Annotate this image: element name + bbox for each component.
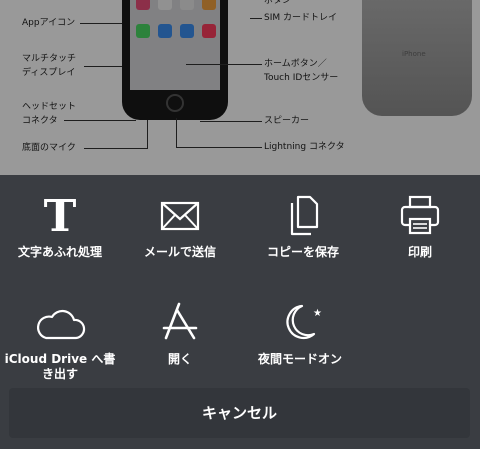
svg-text:T: T bbox=[44, 193, 77, 237]
wrap-text-label: 文字あふれ処理 bbox=[17, 245, 102, 259]
svg-text:★: ★ bbox=[313, 308, 322, 319]
icloud-export-action[interactable]: iCloud Drive へ書き出す bbox=[0, 300, 120, 382]
open-in-action[interactable]: 開く bbox=[120, 300, 240, 367]
print-action[interactable]: 印刷 bbox=[360, 193, 480, 260]
open-in-label: 開く bbox=[167, 352, 192, 366]
envelope-icon bbox=[160, 201, 200, 231]
cloud-icon bbox=[37, 309, 86, 340]
send-mail-label: メールで送信 bbox=[143, 245, 216, 259]
copy-icon bbox=[290, 195, 319, 236]
print-label: 印刷 bbox=[407, 245, 432, 259]
wrap-text-action[interactable]: T 文字あふれ処理 bbox=[0, 193, 120, 260]
icloud-export-label: iCloud Drive へ書き出す bbox=[4, 352, 116, 381]
send-mail-action[interactable]: メールで送信 bbox=[120, 193, 240, 260]
save-copy-action[interactable]: コピーを保存 bbox=[243, 193, 363, 260]
dim-overlay[interactable] bbox=[0, 0, 480, 175]
text-icon: T bbox=[44, 193, 77, 237]
moon-icon: ★ bbox=[286, 304, 322, 339]
app-store-icon bbox=[162, 302, 198, 340]
save-copy-label: コピーを保存 bbox=[266, 245, 339, 259]
night-mode-action[interactable]: ★ 夜間モードオン bbox=[240, 300, 360, 367]
printer-icon bbox=[400, 195, 440, 235]
document-background: Appアイコン マルチタッチ ディスプレイ ヘッドセット コネクタ 底面のマイク… bbox=[0, 0, 480, 175]
cancel-button[interactable]: キャンセル bbox=[9, 388, 470, 438]
share-sheet: T 文字あふれ処理 メールで送信 コピーを保存 印刷 iCloud Drive … bbox=[0, 175, 480, 449]
night-mode-label: 夜間モードオン bbox=[257, 352, 342, 366]
